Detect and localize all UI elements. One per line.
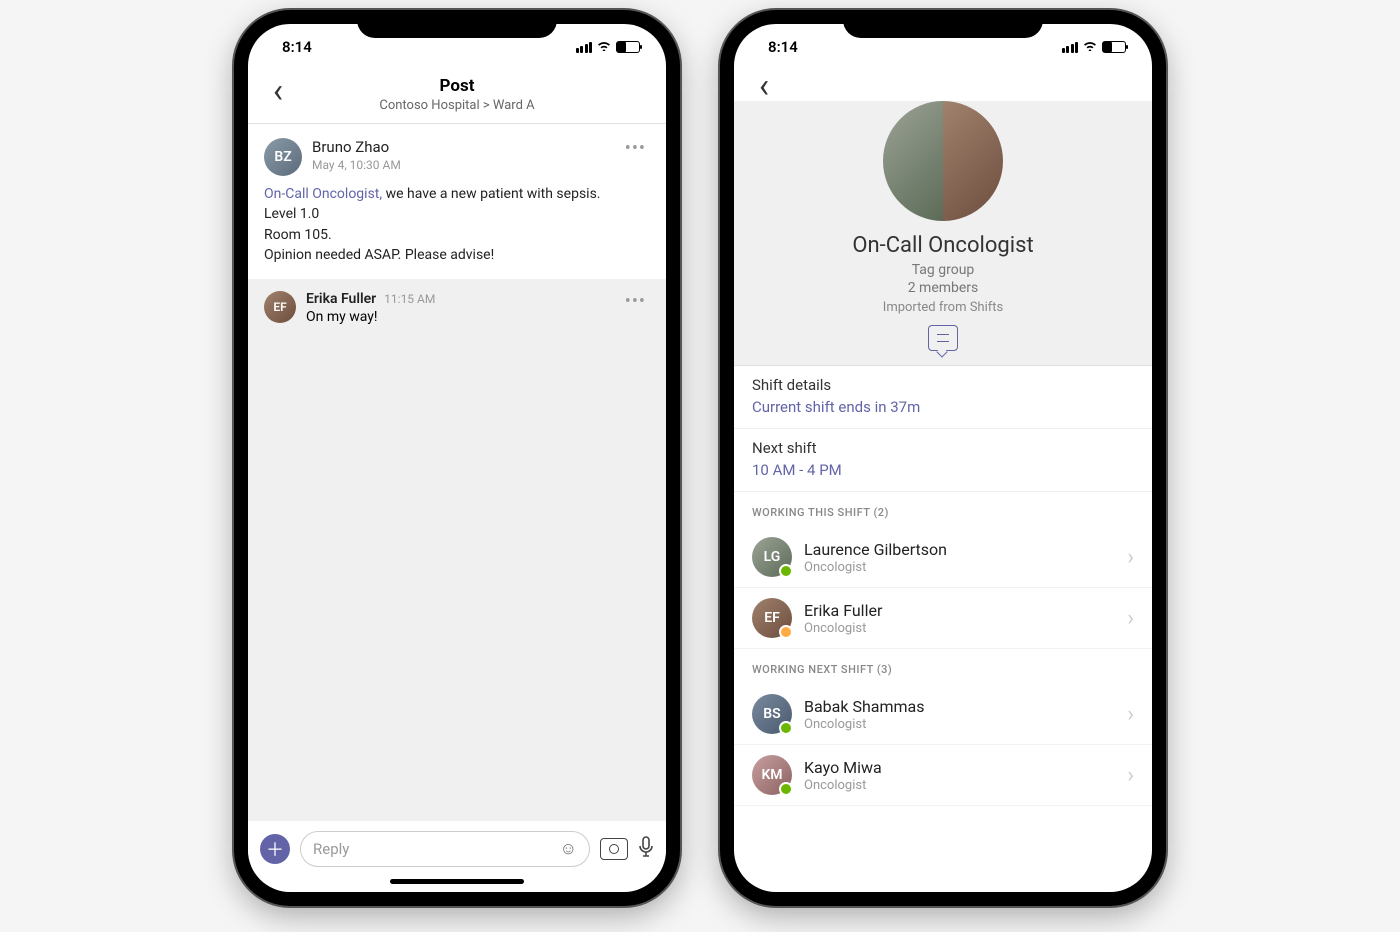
member-row[interactable]: KM Kayo Miwa Oncologist › (734, 745, 1152, 806)
compose-bar: ＋ Reply ☺ (248, 821, 666, 873)
post-body: On-Call Oncologist, we have a new patien… (264, 184, 650, 265)
reply-author: Erika Fuller (306, 291, 376, 307)
member-row[interactable]: EF Erika Fuller Oncologist › (734, 588, 1152, 649)
avatar[interactable]: EF (264, 291, 296, 323)
member-row[interactable]: LG Laurence Gilbertson Oncologist › (734, 527, 1152, 588)
shift-details-section[interactable]: Shift details Current shift ends in 37m (734, 366, 1152, 429)
nav-center: Post Contoso Hospital > Ward A (298, 76, 616, 113)
screen-left: 8:14 Post Contoso Hospital > Ward A (248, 24, 666, 892)
more-button[interactable]: ••• (621, 138, 650, 159)
tag-type: Tag group (734, 262, 1152, 278)
notch (357, 10, 557, 38)
add-button[interactable]: ＋ (260, 834, 290, 864)
tag-header: On-Call Oncologist Tag group 2 members I… (734, 101, 1152, 366)
status-time: 8:14 (768, 38, 798, 56)
avatar: EF (752, 598, 792, 638)
chevron-right-icon: › (1127, 763, 1134, 788)
chevron-right-icon: › (1127, 545, 1134, 570)
member-name: Babak Shammas (804, 697, 1115, 716)
notch (843, 10, 1043, 38)
presence-icon (779, 721, 793, 735)
presence-icon (779, 625, 793, 639)
chevron-left-icon (759, 78, 769, 101)
member-name: Erika Fuller (804, 601, 1115, 620)
reply-placeholder: Reply (313, 840, 349, 858)
status-time: 8:14 (282, 38, 312, 56)
member-name: Kayo Miwa (804, 758, 1115, 777)
back-button[interactable] (744, 78, 784, 101)
tag-avatar (883, 101, 1003, 221)
reply-text: On my way! (306, 309, 435, 325)
member-name: Laurence Gilbertson (804, 540, 1115, 559)
home-indicator[interactable] (390, 879, 524, 884)
chevron-right-icon: › (1127, 606, 1134, 631)
status-right (576, 39, 641, 55)
more-button[interactable]: ••• (621, 291, 650, 312)
post-text-1: we have a new patient with sepsis. (382, 186, 600, 202)
chat-icon[interactable] (928, 325, 958, 351)
nav-header (734, 70, 1152, 101)
post-text-4: Opinion needed ASAP. Please advise! (264, 247, 494, 263)
avatar[interactable]: BZ (264, 138, 302, 176)
signal-icon (576, 42, 593, 53)
next-shift-section[interactable]: Next shift 10 AM - 4 PM (734, 429, 1152, 492)
shift-details-label: Shift details (752, 376, 1134, 394)
screen-right: 8:14 On-Call Oncologist Tag group 2 memb (734, 24, 1152, 892)
emoji-icon[interactable]: ☺ (560, 839, 577, 859)
avatar: BS (752, 694, 792, 734)
tag-content[interactable]: Shift details Current shift ends in 37m … (734, 366, 1152, 892)
battery-icon (616, 41, 640, 53)
nav-subtitle: Contoso Hospital > Ward A (298, 98, 616, 113)
camera-icon[interactable] (600, 838, 628, 860)
member-role: Oncologist (804, 778, 1115, 793)
reply-input[interactable]: Reply ☺ (300, 831, 590, 867)
reply: EF Erika Fuller 11:15 AM On my way! ••• (248, 279, 666, 337)
phone-left: 8:14 Post Contoso Hospital > Ward A (234, 10, 680, 906)
back-button[interactable] (258, 83, 298, 106)
next-shift-label: Next shift (752, 439, 1134, 457)
reply-time: 11:15 AM (384, 292, 435, 306)
post: BZ Bruno Zhao May 4, 10:30 AM ••• On-Cal… (248, 124, 666, 279)
shift-details-value: Current shift ends in 37m (752, 398, 1134, 416)
post-text-2: Level 1.0 (264, 206, 319, 222)
wifi-icon (596, 39, 612, 55)
post-time: May 4, 10:30 AM (312, 158, 611, 172)
nav-title: Post (298, 76, 616, 96)
avatar: LG (752, 537, 792, 577)
tag-source: Imported from Shifts (734, 300, 1152, 315)
presence-icon (779, 564, 793, 578)
nav-header: Post Contoso Hospital > Ward A (248, 70, 666, 124)
member-role: Oncologist (804, 717, 1115, 732)
group-label-this-shift: WORKING THIS SHIFT (2) (734, 492, 1152, 527)
battery-icon (1102, 41, 1126, 53)
microphone-icon[interactable] (638, 836, 654, 863)
status-right (1062, 39, 1127, 55)
signal-icon (1062, 42, 1079, 53)
chevron-left-icon (273, 83, 283, 106)
next-shift-value: 10 AM - 4 PM (752, 461, 1134, 479)
post-author: Bruno Zhao (312, 138, 611, 156)
tag-members-count: 2 members (734, 280, 1152, 296)
post-content[interactable]: BZ Bruno Zhao May 4, 10:30 AM ••• On-Cal… (248, 124, 666, 821)
post-text-3: Room 105. (264, 227, 332, 243)
wifi-icon (1082, 39, 1098, 55)
member-role: Oncologist (804, 621, 1115, 636)
mention[interactable]: On-Call Oncologist, (264, 186, 382, 202)
phone-right: 8:14 On-Call Oncologist Tag group 2 memb (720, 10, 1166, 906)
member-row[interactable]: BS Babak Shammas Oncologist › (734, 684, 1152, 745)
presence-icon (779, 782, 793, 796)
avatar: KM (752, 755, 792, 795)
tag-title: On-Call Oncologist (734, 233, 1152, 258)
group-label-next-shift: WORKING NEXT SHIFT (3) (734, 649, 1152, 684)
member-role: Oncologist (804, 560, 1115, 575)
chevron-right-icon: › (1127, 702, 1134, 727)
